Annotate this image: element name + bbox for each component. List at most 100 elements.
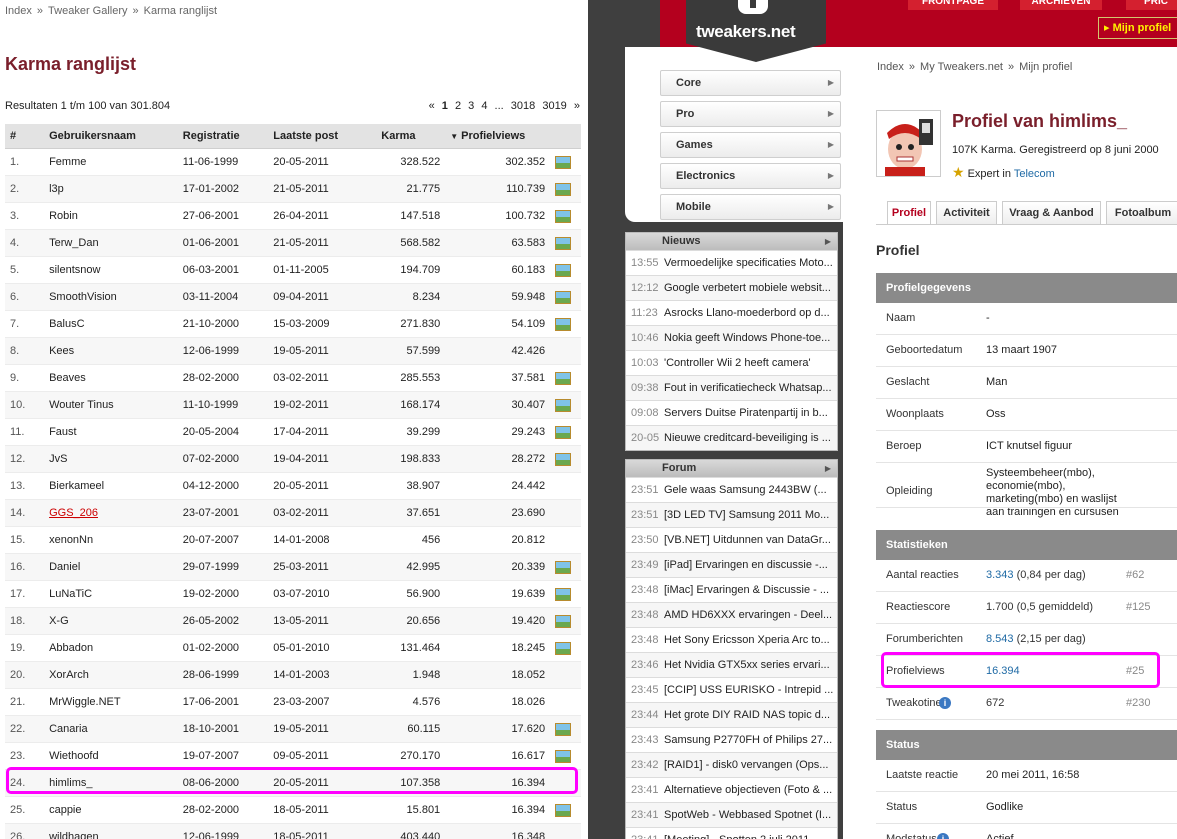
username-link[interactable]: GGS_206 (49, 507, 98, 519)
statistieken-value-link[interactable]: 16.394 (986, 665, 1020, 677)
forum-item-title[interactable]: [iMac] Ervaringen & Discussie - ... (664, 584, 829, 596)
username-link[interactable]: LuNaTiC (49, 588, 92, 600)
username-link[interactable]: Daniel (49, 561, 80, 573)
col-profileviews[interactable]: ▼ Profielviews (445, 124, 551, 149)
photo-album-icon[interactable] (555, 641, 572, 655)
username-link[interactable]: himlims_ (49, 777, 92, 789)
username-link[interactable]: wildhagen (49, 831, 99, 839)
nieuws-item-title[interactable]: Asrocks Llano-moederbord op d... (664, 307, 830, 319)
username-link[interactable]: cappie (49, 804, 81, 816)
forum-item-title[interactable]: [3D LED TV] Samsung 2011 Mo... (664, 509, 829, 521)
forum-item[interactable]: 23:41[Meeting] - Spotten 2 juli 2011... (626, 827, 837, 839)
pager-page-3018[interactable]: 3018 (511, 100, 535, 112)
tab-fotoalbum[interactable]: Fotoalbum (1106, 201, 1177, 224)
photo-album-icon[interactable] (555, 182, 572, 196)
statistieken-value-link[interactable]: 3.343 (986, 569, 1014, 581)
photo-album-icon[interactable] (555, 290, 572, 304)
username-link[interactable]: Abbadon (49, 642, 93, 654)
nieuws-item-title[interactable]: Vermoedelijke specificaties Moto... (664, 257, 833, 269)
forum-item-title[interactable]: [iPad] Ervaringen en discussie -... (664, 559, 828, 571)
photo-album-icon[interactable] (555, 722, 572, 736)
expert-topic-link[interactable]: Telecom (1014, 168, 1055, 180)
forum-item[interactable]: 23:43 Samsung P2770FH of Philips 27... (626, 727, 837, 752)
forum-item-title[interactable]: [VB.NET] Uitdunnen van DataGr... (664, 534, 831, 546)
nieuws-item[interactable]: 09:38 Fout in verificatiecheck Whatsap... (626, 375, 837, 400)
mijn-profiel-button[interactable]: ▸ Mijn profiel (1098, 17, 1177, 39)
forum-item-title[interactable]: [RAID1] - disk0 vervangen (Ops... (664, 759, 828, 771)
forum-item-title[interactable]: [Meeting] - Spotten 2 juli 2011... (664, 834, 819, 839)
photo-album-icon[interactable] (555, 749, 572, 763)
forum-item[interactable]: 23:45 [CCIP] USS EURISKO - Intrepid ... (626, 677, 837, 702)
col-karma[interactable]: Karma (376, 124, 446, 149)
nieuws-item-title[interactable]: Google verbetert mobiele websit... (664, 282, 831, 294)
forum-item[interactable]: 23:48 AMD HD6XXX ervaringen - Deel... (626, 602, 837, 627)
forum-item[interactable]: 23:41 SpotWeb - Webbased Spotnet (I... (626, 802, 837, 827)
photo-album-icon[interactable] (555, 155, 572, 169)
pager-page-3[interactable]: 3 (468, 100, 474, 112)
forum-item[interactable]: 23:51 Gele waas Samsung 2443BW (... (626, 477, 837, 502)
forum-item[interactable]: 23:44 Het grote DIY RAID NAS topic d... (626, 702, 837, 727)
nieuws-item[interactable]: 09:08 Servers Duitse Piratenpartij in b..… (626, 400, 837, 425)
breadcrumb-gallery[interactable]: Tweaker Gallery (48, 5, 127, 17)
nieuws-item-title[interactable]: 'Controller Wii 2 heeft camera' (664, 357, 811, 369)
forum-item[interactable]: 23:41 Alternatieve objectieven (Foto & ..… (626, 777, 837, 802)
col-last-post[interactable]: Laatste post (268, 124, 377, 149)
col-registration[interactable]: Registratie (177, 124, 269, 149)
info-icon[interactable]: i (937, 833, 949, 839)
forum-item-title[interactable]: [CCIP] USS EURISKO - Intrepid ... (664, 684, 833, 696)
photo-album-icon[interactable] (555, 803, 572, 817)
photo-album-icon[interactable] (555, 425, 572, 439)
forum-header[interactable]: Forum ▶ (626, 460, 837, 477)
forum-item-title[interactable]: Het Sony Ericsson Xperia Arc to... (664, 634, 830, 646)
username-link[interactable]: Faust (49, 426, 77, 438)
photo-album-icon[interactable] (555, 587, 572, 601)
nieuws-item[interactable]: 11:23 Asrocks Llano-moederbord op d... (626, 300, 837, 325)
photo-album-icon[interactable] (555, 263, 572, 277)
col-username[interactable]: Gebruikersnaam (44, 124, 178, 149)
forum-item-title[interactable]: Gele waas Samsung 2443BW (... (664, 484, 827, 496)
forum-item[interactable]: 23:46 Het Nvidia GTX5xx series ervari... (626, 652, 837, 677)
photo-album-icon[interactable] (555, 209, 572, 223)
pager-page-4[interactable]: 4 (481, 100, 487, 112)
username-link[interactable]: Canaria (49, 723, 88, 735)
nieuws-item-title[interactable]: Servers Duitse Piratenpartij in b... (664, 407, 828, 419)
forum-item[interactable]: 23:42 [RAID1] - disk0 vervangen (Ops... (626, 752, 837, 777)
username-link[interactable]: JvS (49, 453, 67, 465)
photo-album-icon[interactable] (555, 371, 572, 385)
breadcrumb-index[interactable]: Index (5, 5, 32, 17)
pager-page-3019[interactable]: 3019 (542, 100, 566, 112)
username-link[interactable]: Bierkameel (49, 480, 104, 492)
nieuws-item-title[interactable]: Nokia geeft Windows Phone-toe... (664, 332, 830, 344)
username-link[interactable]: Terw_Dan (49, 237, 99, 249)
username-link[interactable]: Robin (49, 210, 78, 222)
username-link[interactable]: XorArch (49, 669, 89, 681)
nieuws-item[interactable]: 10:03 'Controller Wii 2 heeft camera' (626, 350, 837, 375)
username-link[interactable]: Kees (49, 345, 74, 357)
username-link[interactable]: Femme (49, 156, 86, 168)
statistieken-value-link[interactable]: 8.543 (986, 633, 1014, 645)
menu-mobile[interactable]: Mobile ▶ (660, 194, 841, 220)
forum-item[interactable]: 23:51 [3D LED TV] Samsung 2011 Mo... (626, 502, 837, 527)
nav-frontpage[interactable]: FRONTPAGE (908, 0, 998, 10)
nieuws-item[interactable]: 20-05 Nieuwe creditcard-beveiliging is ..… (626, 425, 837, 450)
pager-next[interactable]: » (574, 100, 580, 112)
username-link[interactable]: xenonNn (49, 534, 93, 546)
username-link[interactable]: Wouter Tinus (49, 399, 114, 411)
nieuws-item-title[interactable]: Nieuwe creditcard-beveiliging is ... (664, 432, 831, 444)
forum-item-title[interactable]: AMD HD6XXX ervaringen - Deel... (664, 609, 832, 621)
nieuws-item[interactable]: 12:12 Google verbetert mobiele websit... (626, 275, 837, 300)
username-link[interactable]: BalusC (49, 318, 84, 330)
username-link[interactable]: l3p (49, 183, 64, 195)
username-link[interactable]: SmoothVision (49, 291, 117, 303)
username-link[interactable]: silentsnow (49, 264, 100, 276)
photo-album-icon[interactable] (555, 317, 572, 331)
nieuws-item[interactable]: 10:46 Nokia geeft Windows Phone-toe... (626, 325, 837, 350)
forum-item-title[interactable]: Alternatieve objectieven (Foto & ... (664, 784, 832, 796)
username-link[interactable]: Wiethoofd (49, 750, 99, 762)
photo-album-icon[interactable] (555, 614, 572, 628)
pager-page-2[interactable]: 2 (455, 100, 461, 112)
nav-archieven[interactable]: ARCHIEVEN (1020, 0, 1102, 10)
menu-pro[interactable]: Pro ▶ (660, 101, 841, 127)
username-link[interactable]: MrWiggle.NET (49, 696, 121, 708)
photo-album-icon[interactable] (555, 236, 572, 250)
